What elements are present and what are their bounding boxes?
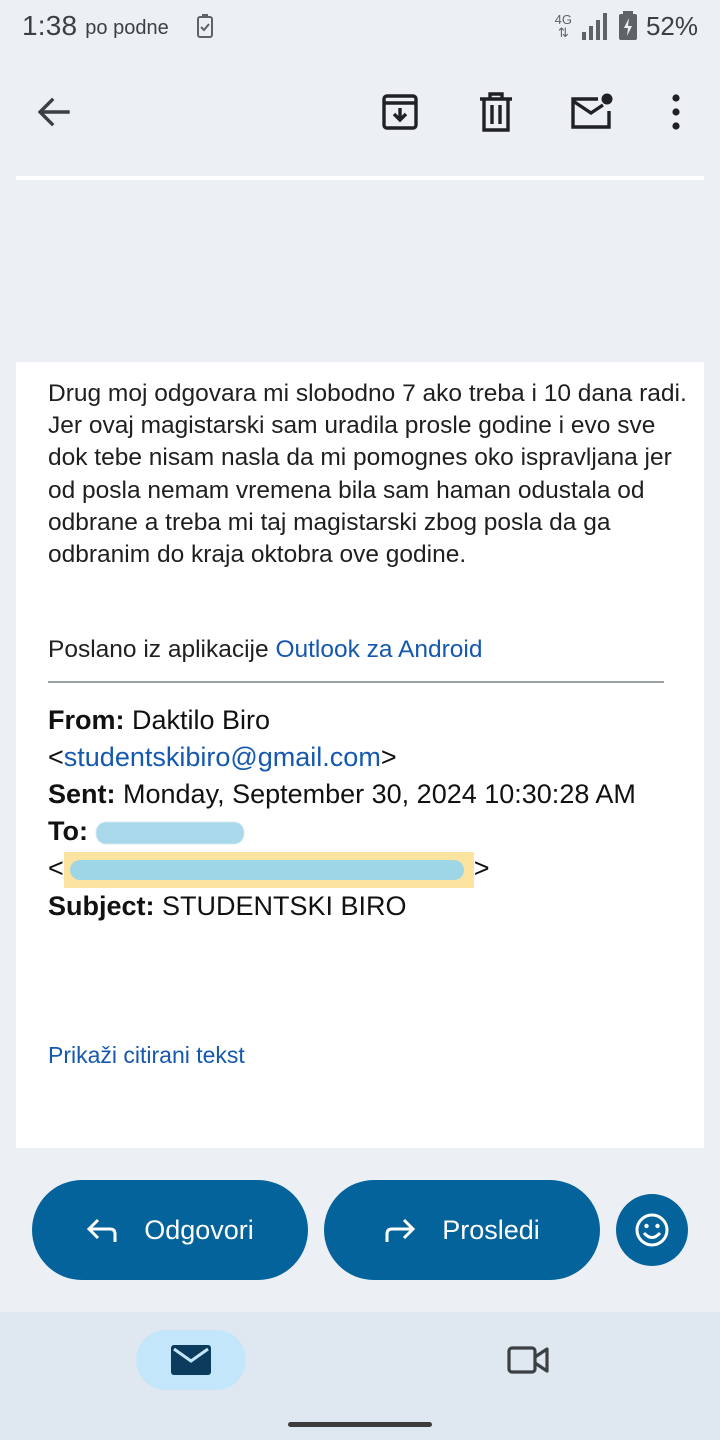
mail-unread-icon bbox=[571, 93, 613, 129]
gt-sign: > bbox=[380, 742, 397, 772]
data-arrows-icon: ⇅ bbox=[557, 25, 569, 40]
message-body: Drug moj odgovara mi slobodno 7 ako treb… bbox=[48, 380, 687, 569]
from-line: From: Daktilo Biro bbox=[48, 702, 688, 739]
more-vert-icon bbox=[672, 94, 680, 130]
to-email-line: < > bbox=[48, 850, 688, 888]
battery-saver-icon bbox=[196, 14, 213, 38]
gt-sign-2: > bbox=[473, 853, 490, 883]
trash-icon bbox=[480, 92, 512, 132]
sent-from-line: Poslano iz aplikacije Outlook za Android bbox=[48, 634, 482, 666]
reply-label: Odgovori bbox=[144, 1214, 254, 1245]
outlook-link[interactable]: Outlook za Android bbox=[275, 636, 482, 663]
sent-line: Sent: Monday, September 30, 2024 10:30:2… bbox=[48, 776, 688, 813]
forward-icon bbox=[385, 1218, 416, 1242]
top-app-bar bbox=[0, 72, 720, 152]
more-options-button[interactable] bbox=[646, 82, 706, 142]
lt-sign: < bbox=[48, 742, 64, 772]
from-email-line: <studentskibiro@gmail.com> bbox=[48, 739, 688, 776]
network-indicator: 4G ⇅ bbox=[555, 13, 572, 39]
battery-icon bbox=[618, 11, 637, 40]
mail-icon bbox=[171, 1345, 211, 1375]
redacted-recipient-name bbox=[95, 821, 244, 844]
to-label: To: bbox=[48, 816, 88, 846]
subject-label: Subject: bbox=[48, 890, 155, 921]
back-button[interactable] bbox=[24, 82, 84, 142]
gesture-handle[interactable] bbox=[288, 1422, 432, 1427]
quote-divider bbox=[48, 681, 664, 683]
redacted-recipient-email bbox=[63, 851, 474, 888]
message-card: Drug moj odgovara mi slobodno 7 ako treb… bbox=[16, 362, 704, 1148]
emoji-reaction-button[interactable] bbox=[616, 1194, 688, 1266]
nav-meet-tab[interactable] bbox=[498, 1330, 558, 1390]
signal-icon bbox=[581, 13, 607, 40]
show-quoted-text-link[interactable]: Prikaži citirani tekst bbox=[48, 1042, 245, 1069]
status-time: 1:38 bbox=[22, 10, 78, 41]
from-email-link[interactable]: studentskibiro@gmail.com bbox=[64, 742, 381, 772]
subject-line: Subject: STUDENTSKI BIRO bbox=[48, 888, 688, 925]
bottom-navigation bbox=[0, 1312, 720, 1440]
lt-sign-2: < bbox=[48, 853, 64, 883]
battery-percent: 52% bbox=[645, 10, 698, 41]
to-line: To: bbox=[48, 813, 688, 850]
from-name: Daktilo Biro bbox=[132, 705, 271, 735]
subject-value: STUDENTSKI BIRO bbox=[162, 890, 407, 921]
video-camera-icon bbox=[507, 1346, 549, 1374]
from-label: From: bbox=[48, 705, 125, 735]
sent-from-prefix: Poslano iz aplikacije bbox=[48, 636, 269, 663]
reply-button[interactable]: Odgovori bbox=[32, 1180, 308, 1280]
previous-message-edge bbox=[16, 176, 704, 180]
arrow-back-icon bbox=[37, 97, 70, 127]
status-time-suffix: po podne bbox=[85, 16, 169, 39]
forward-label: Prosledi bbox=[442, 1214, 540, 1245]
archive-icon bbox=[382, 94, 418, 130]
sent-label: Sent: bbox=[48, 779, 116, 809]
quoted-headers: From: Daktilo Biro <studentskibiro@gmail… bbox=[48, 702, 688, 925]
nav-mail-tab[interactable] bbox=[136, 1330, 246, 1390]
archive-button[interactable] bbox=[370, 82, 430, 142]
mark-unread-button[interactable] bbox=[562, 82, 622, 142]
emoji-reaction-icon bbox=[635, 1213, 669, 1247]
delete-button[interactable] bbox=[466, 82, 526, 142]
reply-icon bbox=[87, 1218, 117, 1242]
sent-value: Monday, September 30, 2024 10:30:28 AM bbox=[123, 779, 636, 809]
forward-button[interactable]: Prosledi bbox=[324, 1180, 600, 1280]
status-bar: 1:38 po podne 4G ⇅ 52% bbox=[0, 0, 720, 52]
